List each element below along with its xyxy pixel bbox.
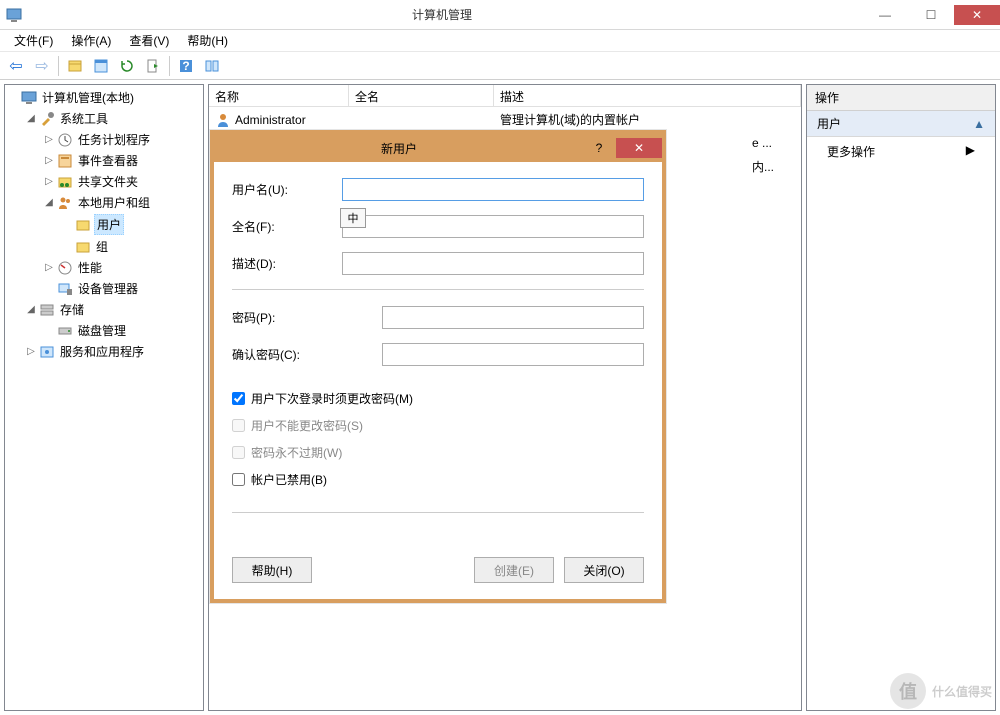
- cannot-change-password-row: 用户不能更改密码(S): [232, 417, 644, 434]
- list-row[interactable]: Administrator 管理计算机(域)的内置帐户: [209, 107, 801, 132]
- confirm-password-label: 确认密码(C):: [232, 346, 382, 363]
- watermark: 值 什么值得买: [890, 673, 992, 709]
- clock-icon: [57, 132, 73, 148]
- tree-event-viewer[interactable]: ▷事件查看器: [41, 150, 203, 171]
- window-title: 计算机管理: [22, 6, 862, 23]
- toolbar-export-button[interactable]: [141, 54, 165, 78]
- dialog-create-btn: 创建(E): [474, 557, 554, 583]
- username-label: 用户名(U):: [232, 181, 342, 198]
- services-icon: [39, 344, 55, 360]
- menu-file[interactable]: 文件(F): [6, 30, 61, 51]
- actions-section[interactable]: 用户 ▲: [807, 111, 995, 137]
- dialog-separator: [232, 289, 644, 290]
- username-input[interactable]: [342, 178, 644, 201]
- menubar: 文件(F) 操作(A) 查看(V) 帮助(H): [0, 30, 1000, 52]
- account-disabled-row[interactable]: 帐户已禁用(B): [232, 471, 644, 488]
- must-change-password-checkbox[interactable]: [232, 392, 245, 405]
- window-titlebar: 计算机管理 — ☐ ✕: [0, 0, 1000, 30]
- toolbar-forward-button[interactable]: ⇨: [30, 54, 54, 78]
- never-expires-checkbox: [232, 446, 245, 459]
- description-label: 描述(D):: [232, 255, 342, 272]
- dialog-close-button[interactable]: ✕: [616, 138, 662, 158]
- tree-task-scheduler[interactable]: ▷任务计划程序: [41, 129, 203, 150]
- tree-panel: 计算机管理(本地) ◢ 系统工具 ▷任务计划程序 ▷事件查看器 ▷共享文件夹 ◢…: [4, 84, 204, 711]
- col-name[interactable]: 名称: [209, 85, 349, 106]
- must-change-password-row[interactable]: 用户下次登录时须更改密码(M): [232, 390, 644, 407]
- password-label: 密码(P):: [232, 309, 382, 326]
- tree-system-tools[interactable]: ◢ 系统工具: [23, 108, 203, 129]
- users-icon: [57, 195, 73, 211]
- toolbar-separator: [169, 56, 170, 76]
- toolbar-refresh-button[interactable]: [115, 54, 139, 78]
- dialog-titlebar: 新用户 ? ✕: [214, 134, 662, 162]
- actions-header: 操作: [807, 85, 995, 111]
- toolbar-separator: [58, 56, 59, 76]
- tree-local-users[interactable]: ◢本地用户和组: [41, 192, 203, 213]
- folder-shared-icon: [57, 174, 73, 190]
- col-fullname[interactable]: 全名: [349, 85, 494, 106]
- confirm-password-input[interactable]: [382, 343, 644, 366]
- toolbar-up-button[interactable]: [63, 54, 87, 78]
- password-input[interactable]: [382, 306, 644, 329]
- svg-text:?: ?: [182, 59, 189, 73]
- actions-panel: 操作 用户 ▲ 更多操作 ▶: [806, 84, 996, 711]
- folder-icon: [75, 239, 91, 255]
- tree-disk-management[interactable]: 磁盘管理: [41, 320, 203, 341]
- tools-icon: [39, 111, 55, 127]
- list-header: 名称 全名 描述: [209, 85, 801, 107]
- storage-icon: [39, 302, 55, 318]
- event-icon: [57, 153, 73, 169]
- never-expires-row: 密码永不过期(W): [232, 444, 644, 461]
- menu-action[interactable]: 操作(A): [63, 30, 119, 51]
- toolbar-help-button[interactable]: ?: [174, 54, 198, 78]
- tree-device-manager[interactable]: 设备管理器: [41, 278, 203, 299]
- ime-indicator: 中: [340, 208, 366, 228]
- dialog-separator: [232, 512, 644, 513]
- toolbar-properties-button[interactable]: [89, 54, 113, 78]
- toolbar-back-button[interactable]: ⇦: [4, 54, 28, 78]
- maximize-button[interactable]: ☐: [908, 5, 954, 25]
- tree-root-node[interactable]: 计算机管理(本地): [5, 87, 203, 108]
- cannot-change-password-checkbox: [232, 419, 245, 432]
- description-input[interactable]: [342, 252, 644, 275]
- fullname-label: 全名(F):: [232, 218, 342, 235]
- dialog-help-button[interactable]: ?: [584, 138, 614, 158]
- new-user-dialog: 新用户 ? ✕ 用户名(U): 全名(F): 描述(D): 密码(P): 确认密…: [210, 130, 666, 603]
- tree-groups[interactable]: 组: [59, 236, 203, 257]
- folder-icon: [75, 217, 91, 233]
- tree-performance[interactable]: ▷性能: [41, 257, 203, 278]
- performance-icon: [57, 260, 73, 276]
- computer-icon: [21, 90, 37, 106]
- dialog-close-btn[interactable]: 关闭(O): [564, 557, 644, 583]
- user-icon: [215, 112, 231, 128]
- tree-storage[interactable]: ◢存储: [23, 299, 203, 320]
- tree-shared-folders[interactable]: ▷共享文件夹: [41, 171, 203, 192]
- dialog-help-btn[interactable]: 帮助(H): [232, 557, 312, 583]
- close-button[interactable]: ✕: [954, 5, 1000, 25]
- account-disabled-checkbox[interactable]: [232, 473, 245, 486]
- toolbar-showhide-button[interactable]: [200, 54, 224, 78]
- device-icon: [57, 281, 73, 297]
- tree-users[interactable]: 用户: [59, 213, 203, 236]
- app-icon: [6, 7, 22, 23]
- toolbar: ⇦ ⇨ ?: [0, 52, 1000, 80]
- menu-view[interactable]: 查看(V): [121, 30, 177, 51]
- col-description[interactable]: 描述: [494, 85, 801, 106]
- actions-more[interactable]: 更多操作 ▶: [807, 137, 995, 166]
- tree-services-apps[interactable]: ▷服务和应用程序: [23, 341, 203, 362]
- disk-icon: [57, 323, 73, 339]
- menu-help[interactable]: 帮助(H): [179, 30, 236, 51]
- fullname-input[interactable]: [342, 215, 644, 238]
- dialog-title: 新用户: [214, 140, 584, 157]
- minimize-button[interactable]: —: [862, 5, 908, 25]
